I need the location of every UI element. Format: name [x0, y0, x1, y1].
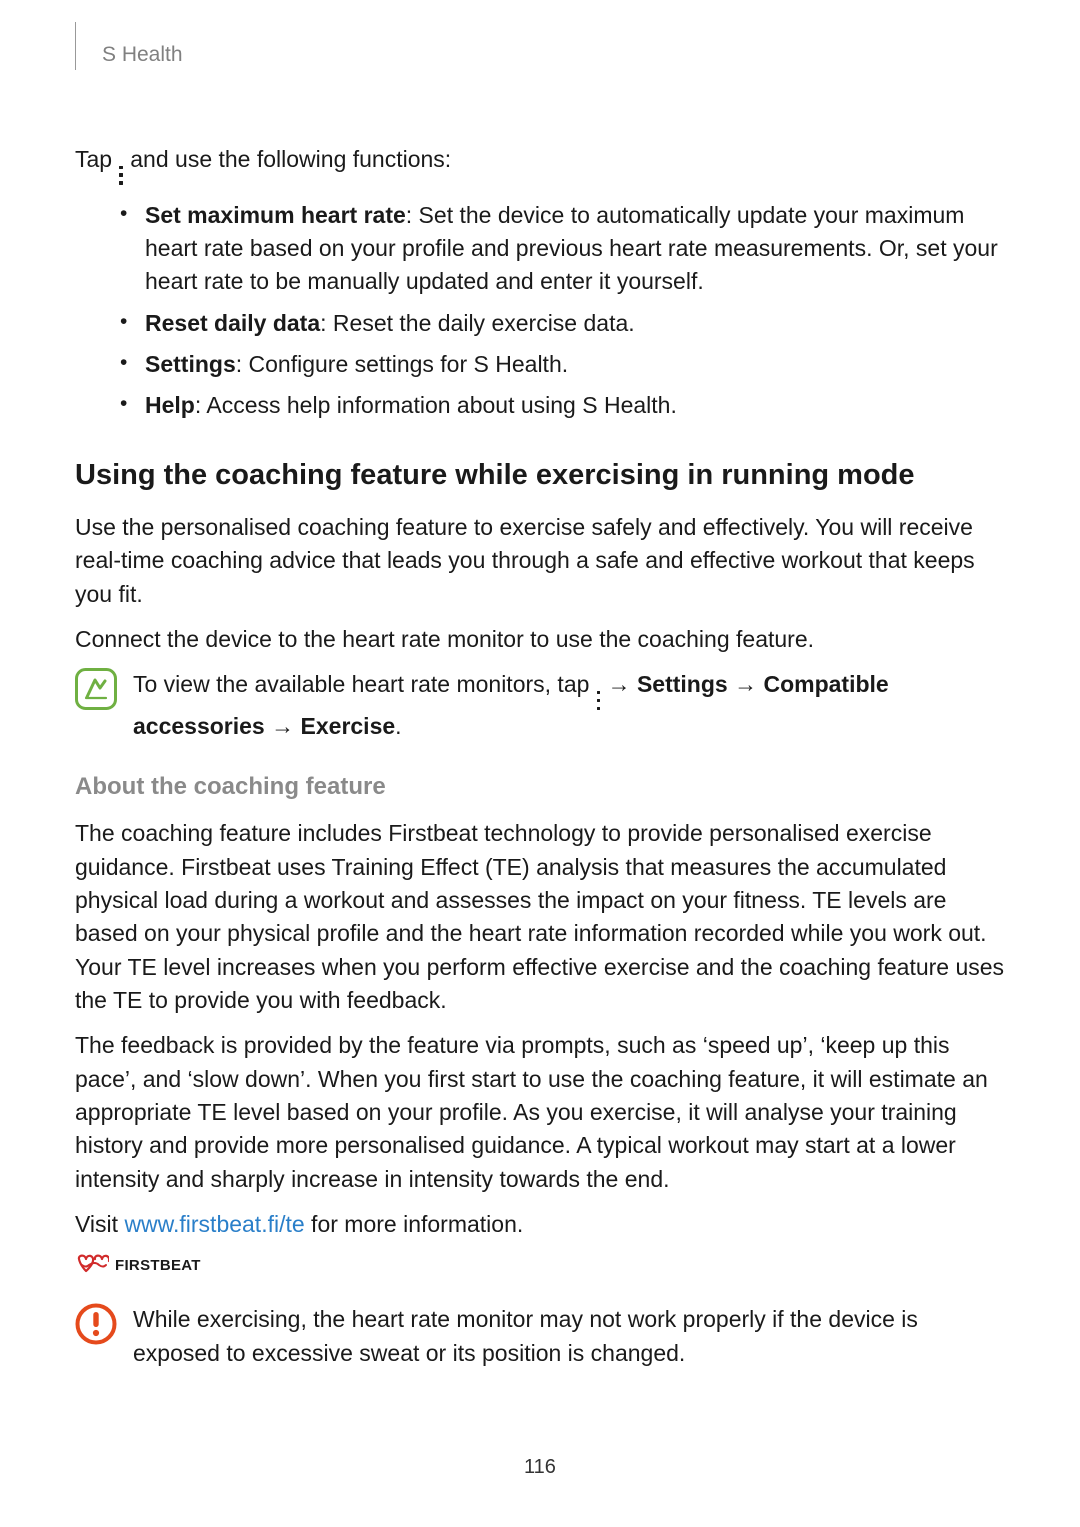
list-item: Settings: Configure settings for S Healt… — [115, 348, 1005, 381]
visit-pre: Visit — [75, 1211, 124, 1237]
func-desc: : Reset the daily exercise data. — [320, 310, 635, 336]
caution-text: While exercising, the heart rate monitor… — [133, 1303, 1005, 1370]
section-heading-coaching: Using the coaching feature while exercis… — [75, 457, 1005, 493]
func-desc: : Configure settings for S Health. — [236, 351, 568, 377]
note-step: Exercise — [301, 713, 396, 739]
coaching-p1: Use the personalised coaching feature to… — [75, 511, 1005, 611]
page-number: 116 — [0, 1456, 1080, 1479]
list-item: Set maximum heart rate: Set the device t… — [115, 199, 1005, 299]
func-term: Reset daily data — [145, 310, 320, 336]
caution-callout: While exercising, the heart rate monitor… — [75, 1303, 1005, 1370]
note-callout: To view the available heart rate monitor… — [75, 668, 1005, 743]
header-rule — [75, 22, 76, 70]
about-p1: The coaching feature includes Firstbeat … — [75, 817, 1005, 1017]
note-step: Settings — [637, 671, 728, 697]
note-end: . — [395, 713, 401, 739]
note-icon — [75, 668, 119, 715]
arrow: → — [265, 713, 301, 739]
more-options-icon — [119, 166, 122, 185]
coaching-p2: Connect the device to the heart rate mon… — [75, 623, 1005, 656]
list-item: Help: Access help information about usin… — [115, 389, 1005, 422]
functions-list: Set maximum heart rate: Set the device t… — [75, 199, 1005, 423]
visit-line: Visit www.firstbeat.fi/te for more infor… — [75, 1208, 1005, 1241]
subheading-about: About the coaching feature — [75, 773, 1005, 801]
caution-icon — [75, 1303, 119, 1350]
intro-pre: Tap — [75, 146, 118, 172]
firstbeat-logo: FIRSTBEAT — [75, 1253, 1005, 1277]
func-term: Help — [145, 392, 195, 418]
more-options-icon — [597, 691, 600, 710]
note-text: To view the available heart rate monitor… — [133, 668, 1005, 743]
list-item: Reset daily data: Reset the daily exerci… — [115, 307, 1005, 340]
header-section-name: S Health — [102, 43, 183, 67]
visit-post: for more information. — [305, 1211, 524, 1237]
func-term: Settings — [145, 351, 236, 377]
heartbeat-icon — [75, 1253, 109, 1277]
arrow: → — [601, 671, 637, 697]
firstbeat-link[interactable]: www.firstbeat.fi/te — [124, 1211, 304, 1237]
intro-line: Tap and use the following functions: — [75, 142, 1005, 185]
about-p2: The feedback is provided by the feature … — [75, 1029, 1005, 1196]
intro-post: and use the following functions: — [124, 146, 451, 172]
note-pre: To view the available heart rate monitor… — [133, 671, 596, 697]
arrow: → — [728, 671, 764, 697]
func-desc: : Access help information about using S … — [195, 392, 677, 418]
func-term: Set maximum heart rate — [145, 202, 406, 228]
firstbeat-label: FIRSTBEAT — [115, 1257, 201, 1274]
page-header: S Health — [75, 40, 1005, 70]
